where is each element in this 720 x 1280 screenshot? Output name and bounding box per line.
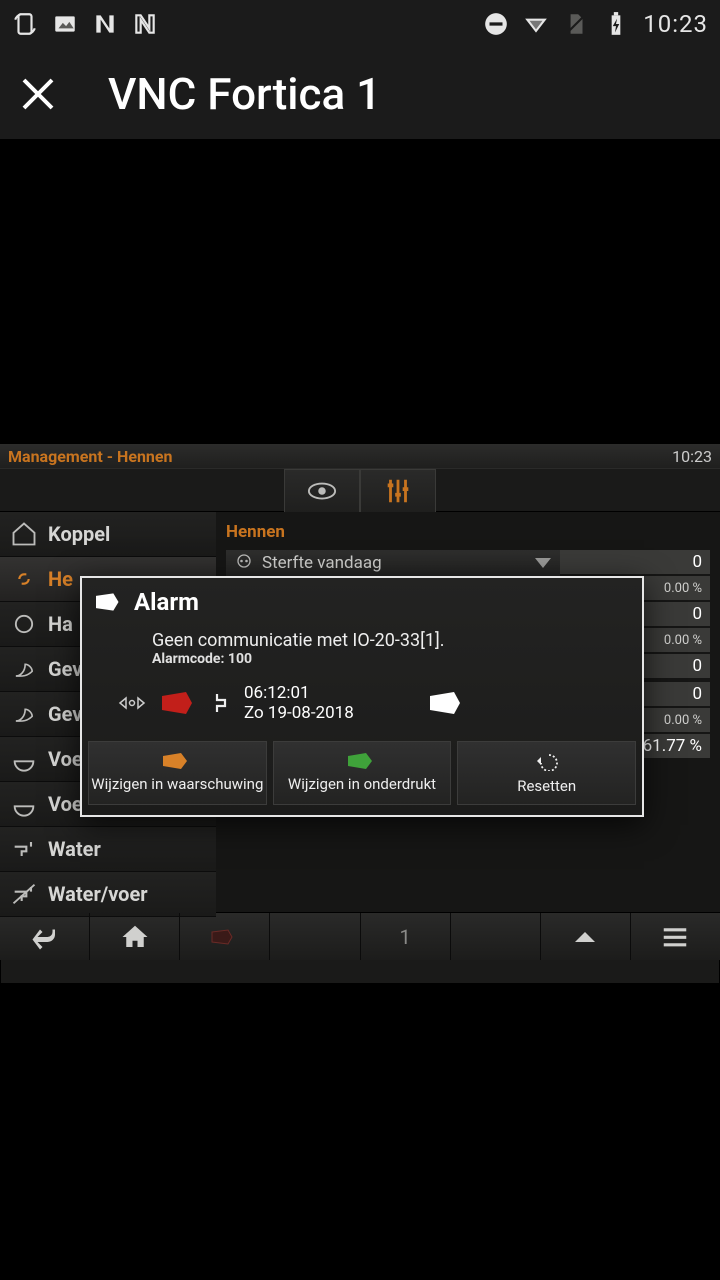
house-icon [10,520,38,548]
tab-view[interactable] [284,469,360,513]
sidebar-item-label: Water [48,837,101,861]
alarm-date-text: Zo 19-08-2018 [244,703,354,723]
sidebar-item-water[interactable]: Water [0,827,216,872]
sidebar-item-watervoer[interactable]: Water/voer [0,872,216,917]
sidebar-item-label: Water/voer [48,882,148,906]
content-title: Hennen [226,518,710,550]
alarm-message: Geen communicatie met IO-20-33[1]. [82,626,642,651]
app-title: VNC Fortica 1 [108,68,381,120]
sidebar-item-label: Koppel [48,522,110,546]
nav-alarm[interactable] [180,913,270,960]
red-flag-icon [162,692,198,714]
app-header: VNC Fortica 1 [0,48,720,140]
sliders-icon [383,476,413,506]
link-icon [10,565,38,593]
pulse-icon [214,692,228,714]
vnc-bottom-nav: 1 [0,912,720,960]
skull-icon [234,553,254,573]
sidebar-item-label: Voe [48,792,83,816]
alarm-timestamp: 06:12:01 Zo 19-08-2018 [244,683,354,723]
bird-icon [10,700,38,728]
sidebar-item-label: He [48,567,73,591]
nav-home[interactable] [90,913,180,960]
alarm-title: Alarm [134,588,199,616]
close-icon [18,74,58,114]
dnd-icon [483,11,509,37]
close-button[interactable] [16,72,60,116]
wifi-icon [523,11,549,37]
nav-blank1[interactable] [270,913,360,960]
white-flag-icon [430,692,466,714]
alarm-time-text: 06:12:01 [244,683,354,703]
data-label-text: Sterfte vandaag [262,553,382,573]
nav-page[interactable]: 1 [361,913,451,960]
bowl-icon [10,745,38,773]
sound-icon [118,696,146,710]
button-label: Wijzigen in onderdrukt [288,775,436,793]
no-sim-icon [563,11,589,37]
breadcrumb-text: Management - Hennen [8,447,173,466]
n-icon [92,11,118,37]
battery-charging-icon [603,11,629,37]
nav-menu[interactable] [631,913,720,960]
screen-rotate-icon [12,11,38,37]
icon-generic [10,610,38,638]
tab-settings[interactable] [360,469,436,513]
chevron-down-icon[interactable] [534,557,552,569]
nav-up[interactable] [541,913,631,960]
button-label: Resetten [517,777,576,795]
sidebar-item-koppel[interactable]: Koppel [0,512,216,557]
sidebar-item-label: Gev [48,702,82,726]
data-value[interactable]: 0 [560,550,710,574]
page-number: 1 [399,925,410,949]
bowl-icon [10,790,38,818]
status-clock: 10:23 [643,10,708,38]
sidebar-item-label: Voe [48,747,83,771]
vnc-tabs [0,468,720,512]
alarm-dialog: Alarm Geen communicatie met IO-20-33[1].… [80,576,644,817]
suppress-button[interactable]: Wijzigen in onderdrukt [273,741,452,805]
image-icon [52,11,78,37]
button-label: Wijzigen in waarschuwing [91,775,263,793]
alarm-code: Alarmcode: 100 [82,651,642,677]
android-status-bar: 10:23 [0,0,720,48]
vnc-clock: 10:23 [672,447,712,466]
alarm-flag-icon [96,592,122,612]
bird-icon [10,655,38,683]
warn-button[interactable]: Wijzigen in waarschuwing [88,741,267,805]
tap-slash-icon [10,880,38,908]
sidebar-item-label: Ha [48,612,73,636]
orange-flag-icon [163,753,191,769]
reset-button[interactable]: Resetten [457,741,636,805]
sidebar-item-label: Gev [48,657,82,681]
tap-icon [10,835,38,863]
nav-blank2[interactable] [451,913,541,960]
reset-icon [535,751,559,771]
n-outline-icon [132,11,158,37]
eye-icon [307,476,337,506]
nav-back[interactable] [0,913,90,960]
vnc-breadcrumb-bar: Management - Hennen 10:23 [0,444,720,468]
green-flag-icon [348,753,376,769]
